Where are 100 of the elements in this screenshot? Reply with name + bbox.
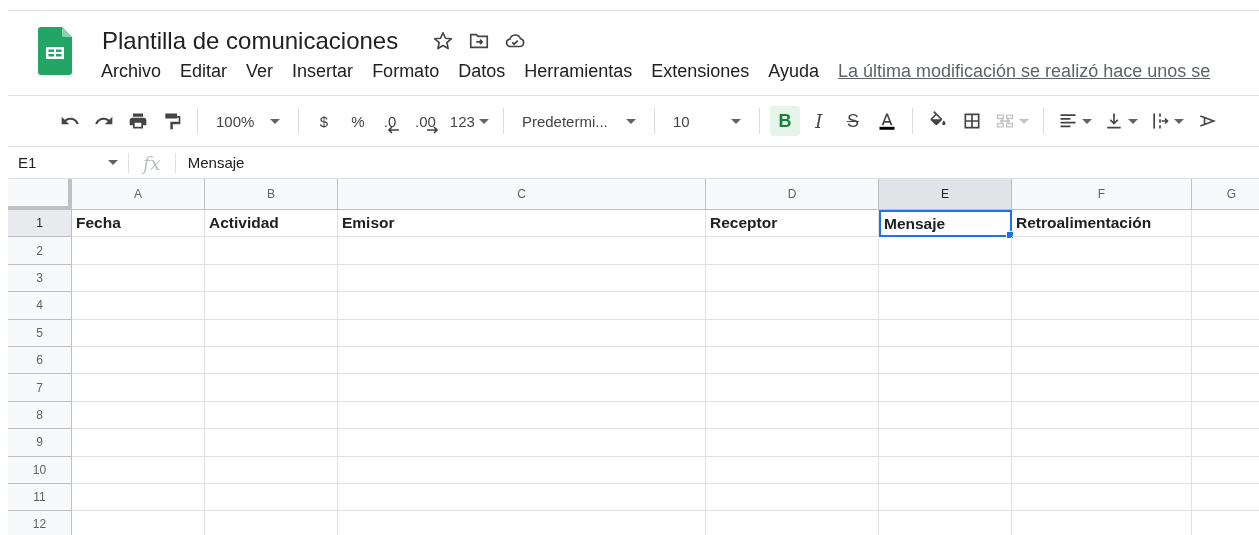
table-cell[interactable] [706, 456, 879, 484]
menu-item[interactable]: Formato [372, 61, 440, 82]
table-cell[interactable] [706, 292, 879, 320]
table-cell[interactable] [879, 319, 1012, 347]
table-cell[interactable] [879, 429, 1012, 457]
table-cell[interactable] [338, 264, 706, 293]
table-cell[interactable]: Emisor [338, 210, 706, 238]
table-cell[interactable] [338, 456, 706, 484]
table-cell[interactable] [879, 456, 1012, 484]
row-header[interactable]: 9 [8, 429, 72, 457]
table-cell[interactable] [706, 429, 879, 457]
table-cell[interactable] [72, 401, 205, 430]
table-cell[interactable] [205, 401, 338, 430]
table-cell[interactable] [338, 237, 706, 265]
menu-item[interactable]: Editar [180, 61, 228, 82]
fill-handle[interactable] [1006, 231, 1014, 240]
increase-decimals-button[interactable]: .00 [411, 106, 442, 136]
row-header[interactable]: 12 [8, 511, 72, 535]
table-cell[interactable] [72, 346, 205, 375]
menu-item[interactable]: Herramientas [524, 61, 633, 82]
table-cell[interactable] [706, 264, 879, 293]
zoom-dropdown[interactable]: 100% [208, 106, 288, 136]
column-header[interactable]: G [1192, 179, 1259, 210]
table-cell[interactable] [1012, 483, 1192, 512]
table-cell[interactable] [338, 483, 706, 512]
table-cell[interactable]: Retroalimentación [1012, 210, 1192, 238]
currency-button[interactable]: $ [309, 106, 339, 136]
table-cell[interactable] [72, 292, 205, 320]
table-cell[interactable] [205, 264, 338, 293]
dropdown-caret-icon[interactable] [1127, 118, 1138, 124]
document-title[interactable]: Plantilla de comunicaciones [102, 27, 399, 55]
font-dropdown[interactable]: Predetermi... [513, 106, 644, 136]
table-cell[interactable]: Actividad [205, 210, 338, 238]
row-header[interactable]: 8 [8, 401, 72, 430]
table-cell[interactable] [72, 319, 205, 347]
table-cell[interactable] [338, 292, 706, 320]
sheets-logo-icon[interactable] [38, 27, 72, 75]
table-cell[interactable] [1012, 429, 1192, 457]
italic-button[interactable]: I [803, 106, 834, 136]
formula-input[interactable]: Mensaje [175, 154, 245, 171]
row-header[interactable]: 3 [8, 264, 72, 293]
select-all-corner[interactable] [8, 179, 72, 210]
bold-button[interactable]: B [769, 106, 800, 136]
table-cell[interactable] [205, 292, 338, 320]
table-cell[interactable] [1012, 346, 1192, 375]
menu-item[interactable]: Ayuda [768, 61, 819, 82]
decrease-decimals-button[interactable]: .0 [377, 106, 407, 136]
row-header[interactable]: 7 [8, 374, 72, 402]
table-cell[interactable] [72, 374, 205, 402]
table-cell[interactable] [879, 237, 1012, 265]
row-header[interactable]: 1 [8, 210, 72, 238]
row-header[interactable]: 2 [8, 237, 72, 265]
column-header[interactable]: F [1012, 179, 1192, 210]
table-cell[interactable]: Receptor [706, 210, 879, 238]
table-cell[interactable] [72, 456, 205, 484]
table-cell[interactable] [706, 346, 879, 375]
table-cell[interactable] [879, 374, 1012, 402]
dropdown-caret-icon[interactable] [270, 118, 280, 124]
table-cell[interactable] [205, 346, 338, 375]
table-cell[interactable] [205, 319, 338, 347]
column-header[interactable]: A [72, 179, 205, 210]
row-header[interactable]: 10 [8, 456, 72, 484]
table-cell[interactable] [72, 264, 205, 293]
menu-item[interactable]: Ver [246, 61, 274, 82]
table-cell[interactable] [879, 483, 1012, 512]
table-cell[interactable] [706, 319, 879, 347]
table-cell[interactable] [879, 401, 1012, 430]
table-cell[interactable] [1012, 264, 1192, 293]
more-formats-button[interactable]: 123 [445, 106, 493, 136]
menu-item[interactable]: Extensiones [651, 61, 750, 82]
menu-item[interactable]: Archivo [101, 61, 162, 82]
table-cell[interactable] [879, 264, 1012, 293]
table-cell[interactable] [205, 374, 338, 402]
row-header[interactable]: 5 [8, 319, 72, 347]
menu-item[interactable]: Insertar [292, 61, 354, 82]
table-cell[interactable] [205, 237, 338, 265]
table-cell[interactable] [1012, 237, 1192, 265]
table-cell[interactable] [879, 346, 1012, 375]
table-cell[interactable] [338, 319, 706, 347]
table-cell[interactable] [1012, 456, 1192, 484]
table-cell[interactable] [706, 483, 879, 512]
column-header[interactable]: C [338, 179, 706, 210]
dropdown-caret-icon[interactable] [1081, 118, 1092, 124]
table-cell[interactable] [205, 456, 338, 484]
table-cell[interactable] [1012, 292, 1192, 320]
row-header[interactable]: 6 [8, 346, 72, 375]
column-header[interactable]: D [706, 179, 879, 210]
table-cell[interactable] [706, 374, 879, 402]
table-cell[interactable] [706, 237, 879, 265]
column-header[interactable]: B [205, 179, 338, 210]
table-cell[interactable] [338, 429, 706, 457]
dropdown-caret-icon[interactable] [625, 118, 636, 124]
dropdown-caret-icon[interactable] [1173, 118, 1184, 124]
dropdown-caret-icon[interactable] [478, 118, 489, 124]
table-cell[interactable] [1012, 319, 1192, 347]
row-header[interactable]: 11 [8, 483, 72, 512]
table-cell[interactable]: Mensaje [879, 210, 1012, 238]
table-cell[interactable] [72, 429, 205, 457]
table-cell[interactable] [72, 237, 205, 265]
percent-button[interactable]: % [343, 106, 373, 136]
